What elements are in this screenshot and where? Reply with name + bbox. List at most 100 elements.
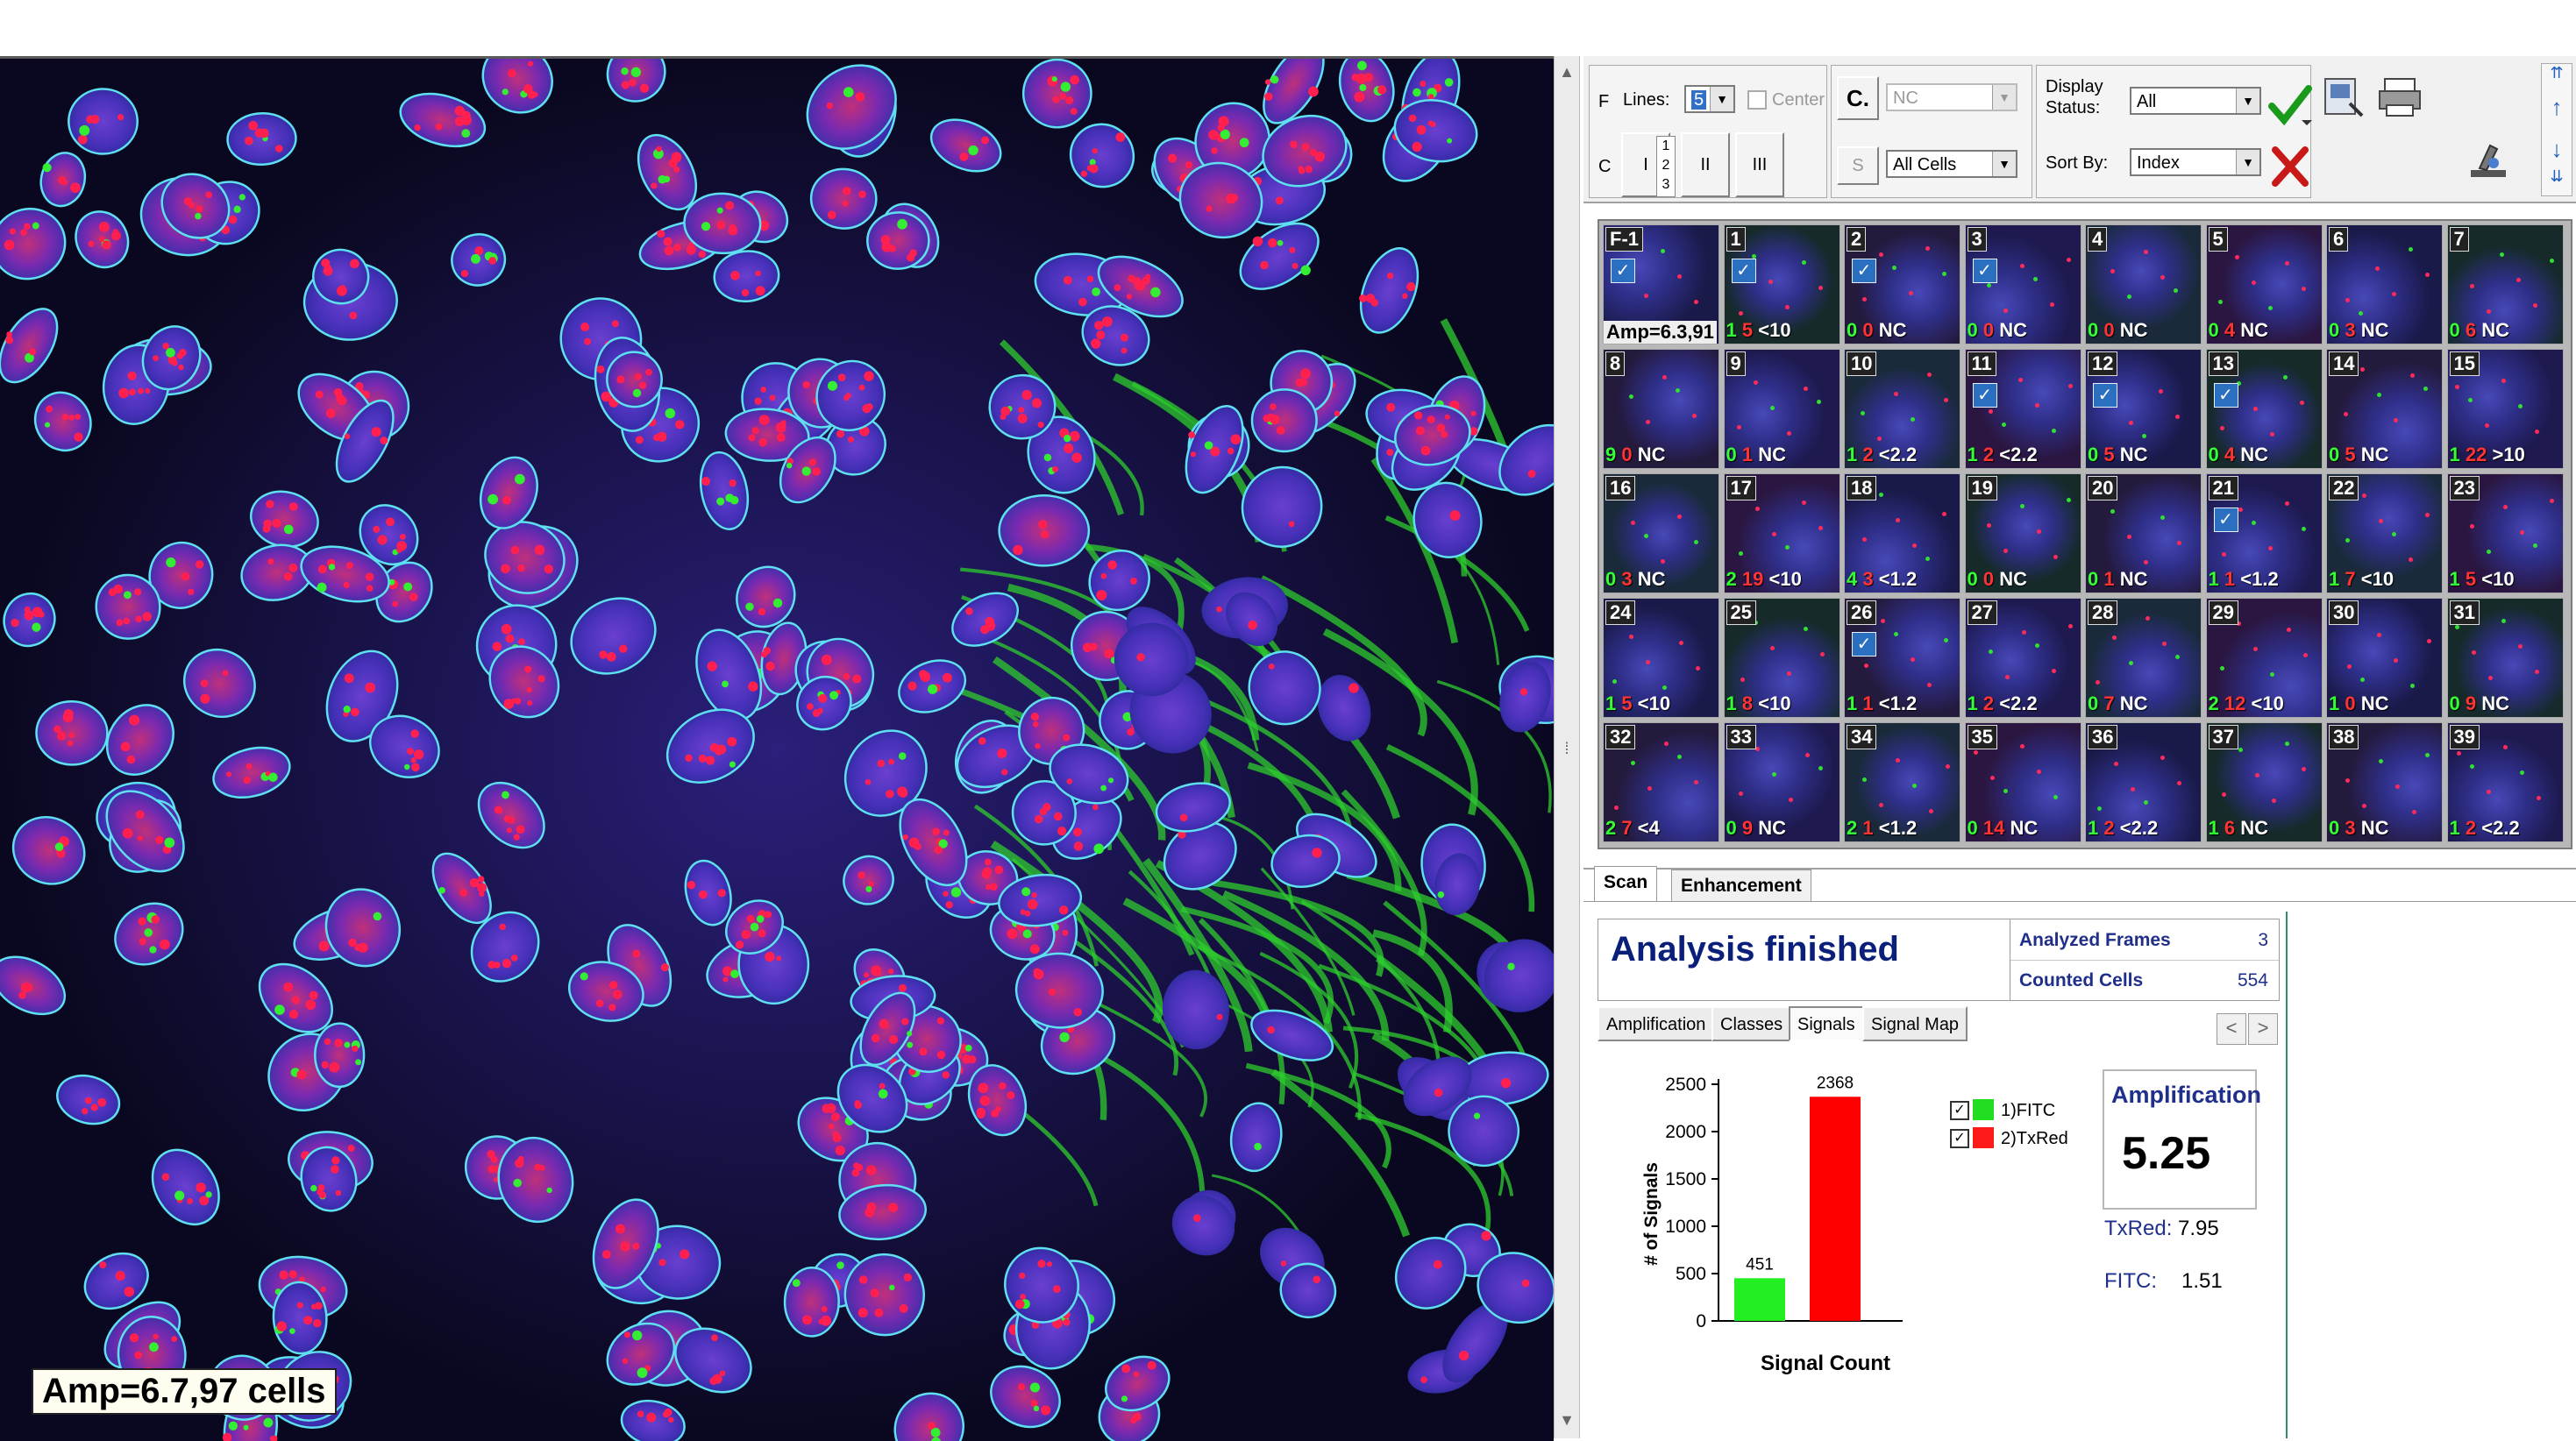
thumbnail-signal-counts: 0 14 NC bbox=[1968, 817, 2039, 840]
tab-scan[interactable]: Scan bbox=[1594, 866, 1658, 902]
nucleus bbox=[314, 1022, 366, 1089]
reject-x-icon[interactable] bbox=[2266, 143, 2314, 190]
thumbnail-cell[interactable]: 13 ✓ 0 4 NC bbox=[2205, 349, 2323, 469]
thumbnail-cell[interactable]: 28 0 7 NC bbox=[2085, 598, 2202, 718]
thumbnail-cell[interactable]: 20 0 1 NC bbox=[2085, 473, 2202, 593]
export-image-icon[interactable] bbox=[2320, 74, 2367, 121]
thumbnail-cell[interactable]: 12 ✓ 0 5 NC bbox=[2085, 349, 2202, 469]
class-label: NC bbox=[1878, 319, 1907, 341]
thumbnail-cell[interactable]: 36 1 2 <2.2 bbox=[2085, 722, 2202, 842]
down-arrow-icon[interactable]: ↓ bbox=[2542, 136, 2572, 166]
thumbnail-cell[interactable]: 26 ✓ 1 1 <1.2 bbox=[1844, 598, 1960, 718]
red-count: 8 bbox=[1741, 692, 1754, 714]
last-icon[interactable]: ⇊ bbox=[2542, 167, 2572, 194]
thumbnail-checkbox[interactable]: ✓ bbox=[2213, 508, 2238, 532]
next-icon[interactable]: > bbox=[2248, 1013, 2278, 1045]
green-count: 0 bbox=[1605, 568, 1617, 590]
microscopy-image-viewer[interactable]: Amp=6.7,97 cells bbox=[0, 56, 1554, 1441]
accept-checkmark-icon[interactable] bbox=[2266, 82, 2314, 129]
scroll-down-icon[interactable]: ▼ bbox=[1558, 1411, 1576, 1429]
up-arrow-icon[interactable]: ↑ bbox=[2542, 94, 2572, 124]
layout-3-button[interactable]: III bbox=[1735, 132, 1784, 197]
lines-select[interactable]: 5 ▼ bbox=[1684, 85, 1735, 113]
thumbnail-cell[interactable]: 39 1 2 <2.2 bbox=[2446, 722, 2564, 842]
microscope-icon[interactable] bbox=[2464, 137, 2511, 184]
thumbnail-cell[interactable]: 9 0 1 NC bbox=[1723, 349, 1840, 469]
tab-enhancement[interactable]: Enhancement bbox=[1671, 870, 1811, 902]
sort-by-select[interactable]: Index ▼ bbox=[2130, 148, 2261, 176]
s-button[interactable]: S bbox=[1837, 146, 1879, 185]
thumbnail-cell[interactable]: 14 0 5 NC bbox=[2326, 349, 2443, 469]
thumbnail-cell[interactable]: 31 0 9 NC bbox=[2446, 598, 2564, 718]
thumbnail-cell[interactable]: 30 1 0 NC bbox=[2326, 598, 2443, 718]
thumbnail-cell[interactable]: 24 1 5 <10 bbox=[1603, 598, 1719, 718]
thumbnail-cell[interactable]: 2 ✓ 0 0 NC bbox=[1844, 224, 1960, 344]
thumbnail-cell[interactable]: 11 ✓ 1 2 <2.2 bbox=[1964, 349, 2081, 469]
thumbnail-cell[interactable]: 7 0 6 NC bbox=[2446, 224, 2564, 344]
thumbnail-cell[interactable]: 8 9 0 NC bbox=[1603, 349, 1719, 469]
class-select[interactable]: NC ▼ bbox=[1886, 83, 2017, 111]
display-status-value: All bbox=[2137, 92, 2157, 111]
class-label: NC bbox=[2240, 817, 2269, 839]
display-status-select[interactable]: All ▼ bbox=[2130, 87, 2261, 115]
prev-icon[interactable]: < bbox=[2217, 1013, 2246, 1045]
thumbnail-cell[interactable]: 17 2 19 <10 bbox=[1723, 473, 1840, 593]
thumbnail-cell[interactable]: 38 0 3 NC bbox=[2326, 722, 2443, 842]
green-count: 2 bbox=[2208, 692, 2219, 714]
thumbnail-checkbox[interactable]: ✓ bbox=[1852, 632, 1876, 657]
thumbnail-checkbox[interactable]: ✓ bbox=[1972, 259, 1997, 283]
thumbnail-cell[interactable]: 27 1 2 <2.2 bbox=[1964, 598, 2081, 718]
class-label: <2.2 bbox=[1878, 444, 1918, 465]
scroll-up-icon[interactable]: ▲ bbox=[1558, 63, 1576, 81]
print-icon[interactable] bbox=[2376, 74, 2423, 121]
thumbnail-checkbox[interactable]: ✓ bbox=[1972, 383, 1997, 408]
splitter-grip-icon[interactable]: ⁞ bbox=[1558, 740, 1576, 757]
legend-txred-checkbox[interactable]: ✓ bbox=[1950, 1129, 1969, 1148]
vertical-scrollbar[interactable]: ▲ ⁞ ▼ bbox=[1554, 56, 1580, 1438]
thumbnail-cell[interactable]: 25 1 8 <10 bbox=[1723, 598, 1840, 718]
thumbnail-cell[interactable]: 15 1 22 >10 bbox=[2446, 349, 2564, 469]
thumbnail-cell[interactable]: 23 1 5 <10 bbox=[2446, 473, 2564, 593]
thumbnail-checkbox[interactable]: ✓ bbox=[2093, 383, 2117, 408]
thumbnail-cell[interactable]: 18 4 3 <1.2 bbox=[1844, 473, 1960, 593]
class-label: <10 bbox=[1768, 568, 1802, 590]
thumbnail-signal-counts: 0 9 NC bbox=[1726, 817, 1787, 840]
thumbnail-checkbox[interactable]: ✓ bbox=[2213, 383, 2238, 408]
thumbnail-cell[interactable]: 19 0 0 NC bbox=[1964, 473, 2081, 593]
subtab-signals[interactable]: Signals bbox=[1789, 1006, 1864, 1041]
subtab-classes[interactable]: Classes bbox=[1711, 1006, 1792, 1041]
cells-select[interactable]: All Cells ▼ bbox=[1886, 150, 2017, 178]
thumbnail-cell[interactable]: 35 0 14 NC bbox=[1964, 722, 2081, 842]
thumbnail-cell[interactable]: 3 ✓ 0 0 NC bbox=[1964, 224, 2081, 344]
thumbnail-cell[interactable]: 6 0 3 NC bbox=[2326, 224, 2443, 344]
first-icon[interactable]: ⇈ bbox=[2542, 64, 2572, 90]
c-icon-button[interactable]: C. bbox=[1837, 76, 1879, 120]
center-checkbox[interactable] bbox=[1747, 90, 1767, 110]
thumbnail-cell[interactable]: 33 0 9 NC bbox=[1723, 722, 1840, 842]
red-count: 2 bbox=[1982, 444, 1995, 465]
green-count: 1 bbox=[2329, 692, 2340, 714]
txred-label: TxRed: bbox=[2104, 1217, 2173, 1240]
thumbnail-signal-counts: 1 2 <2.2 bbox=[2450, 817, 2520, 840]
thumbnail-cell[interactable]: 32 2 7 <4 bbox=[1603, 722, 1719, 842]
subtab-signal-map[interactable]: Signal Map bbox=[1862, 1006, 1968, 1041]
thumbnail-cell[interactable]: 34 2 1 <1.2 bbox=[1844, 722, 1960, 842]
green-count: 0 bbox=[1726, 817, 1737, 839]
thumbnail-cell[interactable]: 16 0 3 NC bbox=[1603, 473, 1719, 593]
legend-fitc-checkbox[interactable]: ✓ bbox=[1950, 1101, 1969, 1120]
layout-2-button[interactable]: II bbox=[1681, 132, 1730, 197]
thumbnail-cell[interactable]: F-1 ✓ Amp=6.3,91 bbox=[1603, 224, 1719, 344]
thumbnail-checkbox[interactable]: ✓ bbox=[1611, 259, 1635, 283]
thumbnail-cell[interactable]: 10 1 2 <2.2 bbox=[1844, 349, 1960, 469]
thumbnail-cell[interactable]: 29 2 12 <10 bbox=[2205, 598, 2323, 718]
thumbnail-checkbox[interactable]: ✓ bbox=[1731, 259, 1756, 283]
thumbnail-cell[interactable]: 4 0 0 NC bbox=[2085, 224, 2202, 344]
thumbnail-cell[interactable]: 37 1 6 NC bbox=[2205, 722, 2323, 842]
thumbnail-checkbox[interactable]: ✓ bbox=[1852, 259, 1876, 283]
thumbnail-cell[interactable]: 1 ✓ 1 5 <10 bbox=[1723, 224, 1840, 344]
thumbnail-cell[interactable]: 22 1 7 <10 bbox=[2326, 473, 2443, 593]
thumbnail-cell[interactable]: 21 ✓ 1 1 <1.2 bbox=[2205, 473, 2323, 593]
class-label: NC bbox=[2360, 817, 2389, 839]
thumbnail-cell[interactable]: 5 0 4 NC bbox=[2205, 224, 2323, 344]
subtab-amplification[interactable]: Amplification bbox=[1598, 1006, 1715, 1041]
